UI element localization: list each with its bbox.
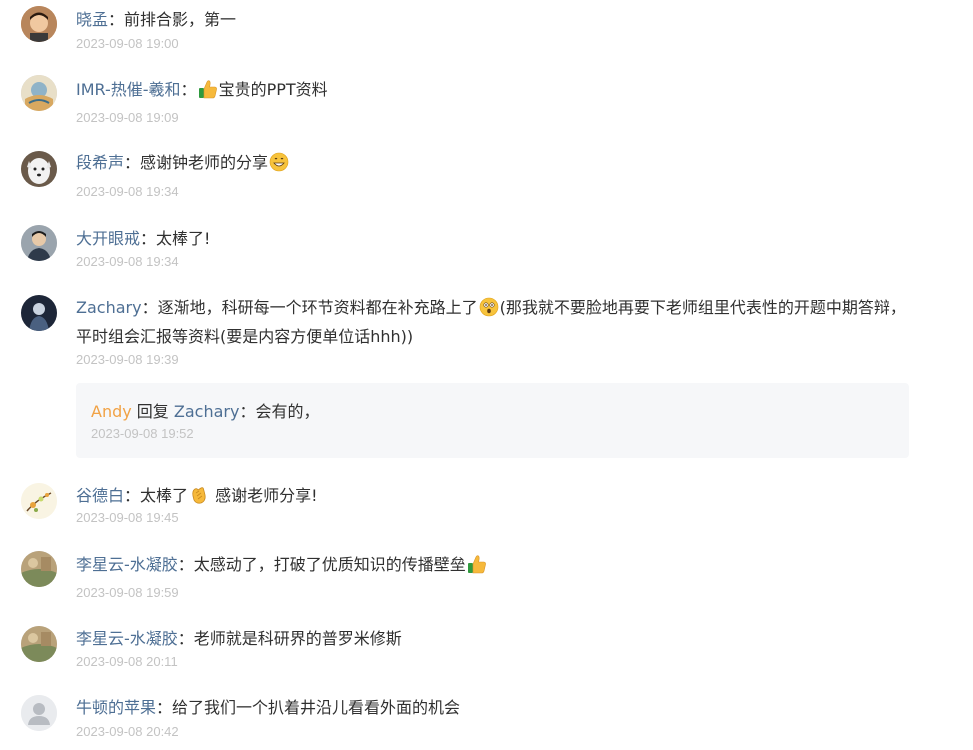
comment-timestamp: 2023-09-08 19:59 [76,585,179,600]
comment-timestamp: 2023-09-08 20:42 [76,724,179,739]
grinning-face-icon [269,152,289,172]
separator: ： [239,402,256,421]
comment-author[interactable]: 大开眼戒 [76,229,140,248]
reply-author[interactable]: Andy [91,402,132,421]
comment-content: 给了我们一个扒着井沿儿看看外面的机会 [172,698,461,717]
comment-timestamp: 2023-09-08 19:45 [76,510,179,525]
reply-box: Andy 回复 Zachary：会有的， 2023-09-08 19:52 [76,383,909,458]
comment-timestamp: 2023-09-08 19:34 [76,184,179,199]
comment-author[interactable]: IMR-热催-羲和 [76,80,181,99]
comment-author[interactable]: 牛顿的苹果 [76,698,156,717]
reply-content: 会有的， [255,402,320,421]
user-avatar[interactable] [21,151,57,187]
reply-target[interactable]: Zachary [174,402,240,421]
comment-text: 李星云-水凝胶：老师就是科研界的普罗米修斯 [76,624,913,653]
comment-content: 宝贵的PPT资料 [218,80,328,99]
separator: ： [140,229,157,248]
astonished-face-icon [479,297,499,317]
separator: ： [177,629,194,648]
separator: ： [141,298,158,317]
comment-author[interactable]: 晓孟 [76,10,108,29]
comment-text: Zachary：逐渐地，科研每一个环节资料都在补充路上了 (那我就不要脸地再要下老… [76,293,913,351]
user-avatar[interactable] [21,6,57,42]
user-avatar[interactable] [21,483,57,519]
comment-text: 大开眼戒：太棒了! [76,224,913,253]
comment-text: 李星云-水凝胶：太感动了，打破了优质知识的传播壁垒 [76,550,913,579]
comment-timestamp: 2023-09-08 20:11 [76,654,178,669]
comment-content: 老师就是科研界的普罗米修斯 [193,629,402,648]
default-user-icon [21,695,57,731]
comment-content: 太感动了，打破了优质知识的传播壁垒 [193,555,466,574]
comment-text: 晓孟：前排合影，第一 [76,5,913,34]
separator: ： [108,10,125,29]
comment-content: 逐渐地，科研每一个环节资料都在补充路上了 [157,298,478,317]
separator: ： [124,153,141,172]
comment-author[interactable]: Zachary [76,298,142,317]
reply-text: Andy 回复 Zachary：会有的， [91,397,320,426]
comment-author[interactable]: 段希声 [76,153,124,172]
reply-verb: 回复 [131,402,174,421]
comment-text: IMR-热催-羲和： 宝贵的PPT资料 [76,75,913,104]
user-avatar[interactable] [21,695,57,731]
user-avatar[interactable] [21,626,57,662]
comment-text: 牛顿的苹果：给了我们一个扒着井沿儿看看外面的机会 [76,693,913,722]
comment-timestamp: 2023-09-08 19:09 [76,110,179,125]
separator: ： [156,698,173,717]
user-avatar[interactable] [21,295,57,331]
clapping-hands-icon [189,485,209,505]
comment-timestamp: 2023-09-08 19:00 [76,36,179,51]
user-avatar[interactable] [21,225,57,261]
user-avatar[interactable] [21,551,57,587]
comment-content: 感谢老师分享! [210,486,318,505]
reply-timestamp: 2023-09-08 19:52 [91,426,194,441]
user-avatar[interactable] [21,75,57,111]
separator: ： [124,486,141,505]
separator: ： [180,80,197,99]
comment-content: 太棒了! [156,229,211,248]
comment-timestamp: 2023-09-08 19:39 [76,352,179,367]
comment-author[interactable]: 李星云-水凝胶 [76,629,178,648]
comment-content: 感谢钟老师的分享 [140,153,269,172]
thumbs-up-icon [198,79,218,99]
comment-text: 谷德白：太棒了 感谢老师分享! [76,481,913,510]
thumbs-up-icon [467,554,487,574]
comment-author[interactable]: 谷德白 [76,486,124,505]
comment-timestamp: 2023-09-08 19:34 [76,254,179,269]
separator: ： [177,555,194,574]
comment-content: 太棒了 [140,486,189,505]
comment-author[interactable]: 李星云-水凝胶 [76,555,178,574]
comment-text: 段希声：感谢钟老师的分享 [76,148,913,177]
comment-content: 前排合影，第一 [124,10,237,29]
